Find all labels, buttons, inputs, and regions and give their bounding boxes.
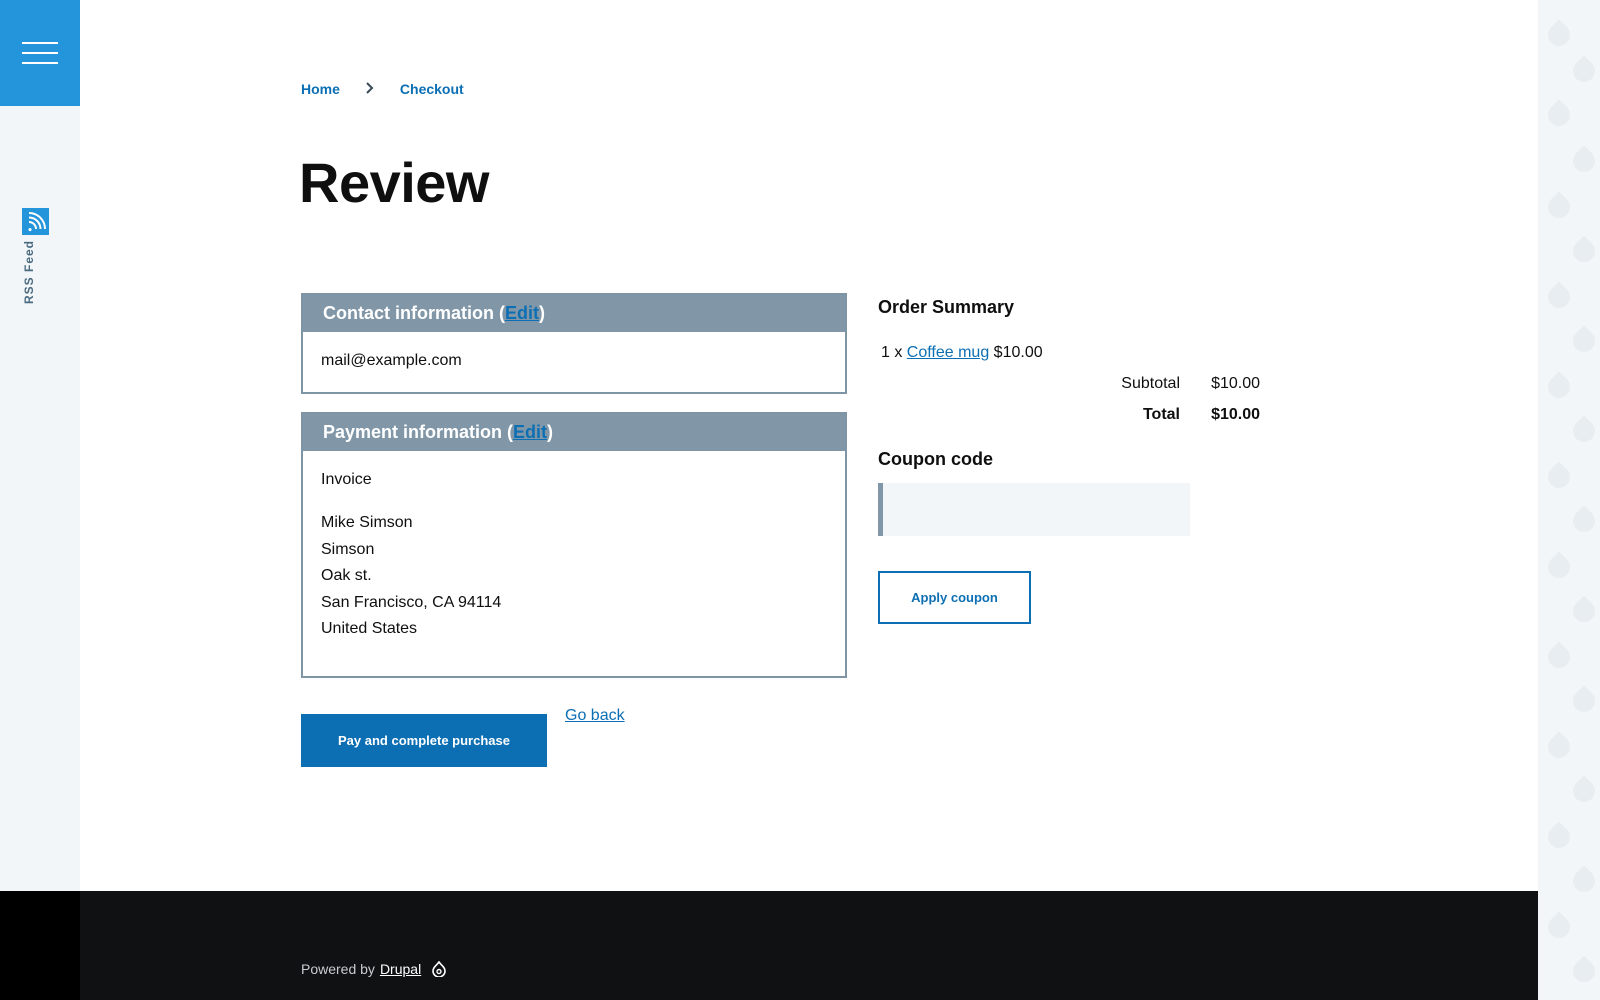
payment-edit-link[interactable]: Edit bbox=[513, 422, 547, 442]
drop-pattern-icon bbox=[1568, 685, 1600, 717]
payment-information-header: Payment information (Edit) bbox=[303, 414, 845, 451]
drop-pattern-icon bbox=[1568, 595, 1600, 627]
menu-toggle-button[interactable] bbox=[0, 0, 80, 106]
coupon-code-title: Coupon code bbox=[878, 449, 993, 469]
powered-by: Powered by Drupal bbox=[301, 960, 446, 978]
breadcrumb: Home Checkout bbox=[301, 81, 464, 97]
order-item-quantity: 1 x bbox=[881, 344, 903, 361]
order-line-item: 1 x Coffee mug $10.00 bbox=[881, 344, 1043, 362]
drop-pattern-icon bbox=[1568, 55, 1600, 87]
drop-pattern-icon bbox=[1568, 145, 1600, 177]
coupon-code-input[interactable] bbox=[878, 483, 1190, 536]
payment-information-pane: Payment information (Edit) Invoice Mike … bbox=[301, 412, 847, 678]
drop-pattern-icon bbox=[1543, 821, 1575, 853]
drop-pattern-icon bbox=[1543, 461, 1575, 493]
total-amount: $10.00 bbox=[1211, 406, 1260, 423]
breadcrumb-home-link[interactable]: Home bbox=[301, 81, 340, 97]
go-back-link[interactable]: Go back bbox=[565, 707, 625, 725]
drop-pattern-icon bbox=[1543, 191, 1575, 223]
address-name: Mike Simson bbox=[321, 514, 413, 531]
payment-method: Invoice bbox=[321, 471, 372, 488]
footer-left-block bbox=[0, 891, 80, 1000]
site-footer: Powered by Drupal bbox=[80, 891, 1538, 1000]
contact-edit-link[interactable]: Edit bbox=[505, 303, 539, 323]
drop-pattern-icon bbox=[1543, 641, 1575, 673]
drop-pattern-icon bbox=[1568, 325, 1600, 357]
drop-pattern-icon bbox=[1543, 911, 1575, 943]
decorative-drop-pattern bbox=[1538, 0, 1600, 1000]
contact-email: mail@example.com bbox=[321, 352, 462, 369]
powered-by-text: Powered by bbox=[301, 961, 375, 977]
subtotal-amount: $10.00 bbox=[1211, 375, 1260, 392]
drop-pattern-icon bbox=[1568, 865, 1600, 897]
payment-title-close: ) bbox=[547, 422, 554, 442]
subtotal-row: Subtotal $10.00 bbox=[980, 374, 1260, 405]
left-rail: RSS Feed bbox=[0, 0, 80, 891]
address-country: United States bbox=[321, 620, 418, 637]
order-item-product-link[interactable]: Coffee mug bbox=[907, 344, 989, 361]
drop-pattern-icon bbox=[1543, 99, 1575, 131]
drop-pattern-icon bbox=[1543, 731, 1575, 763]
order-summary-title: Order Summary bbox=[878, 297, 1015, 317]
drop-pattern-icon bbox=[1568, 775, 1600, 807]
subtotal-label: Subtotal bbox=[1121, 375, 1180, 392]
drop-pattern-icon bbox=[1568, 505, 1600, 537]
address-street: Oak st. bbox=[321, 567, 372, 584]
page-title: Review bbox=[299, 151, 490, 214]
main-content: Home Checkout Review Contact information… bbox=[80, 0, 1538, 891]
pay-and-complete-purchase-button[interactable]: Pay and complete purchase bbox=[301, 714, 547, 767]
contact-information-pane: Contact information (Edit) mail@example.… bbox=[301, 293, 847, 394]
order-totals: Subtotal $10.00 Total $10.00 bbox=[980, 374, 1260, 436]
apply-coupon-button[interactable]: Apply coupon bbox=[878, 571, 1031, 624]
chevron-right-icon bbox=[366, 81, 374, 97]
rss-feed-label: RSS Feed bbox=[22, 239, 36, 304]
contact-information-title: Contact information ( bbox=[323, 303, 505, 323]
drupal-drop-icon bbox=[432, 960, 446, 978]
drop-pattern-icon bbox=[1543, 371, 1575, 403]
drop-pattern-icon bbox=[1543, 551, 1575, 583]
order-item-price: $10.00 bbox=[993, 344, 1043, 361]
breadcrumb-checkout-link[interactable]: Checkout bbox=[400, 81, 464, 97]
payment-information-title: Payment information ( bbox=[323, 422, 514, 442]
rss-feed-link[interactable]: RSS Feed bbox=[22, 208, 50, 304]
contact-title-close: ) bbox=[539, 303, 545, 323]
hamburger-icon bbox=[22, 52, 58, 54]
address-city-state-zip: San Francisco, CA 94114 bbox=[321, 593, 502, 611]
hamburger-icon bbox=[22, 42, 58, 44]
total-label: Total bbox=[1142, 406, 1180, 423]
drupal-link[interactable]: Drupal bbox=[380, 961, 421, 977]
drop-pattern-icon bbox=[1568, 955, 1600, 987]
address-family-name: Simson bbox=[321, 540, 375, 558]
drop-pattern-icon bbox=[1543, 19, 1575, 51]
drop-pattern-icon bbox=[1568, 235, 1600, 267]
total-row: Total $10.00 bbox=[980, 405, 1260, 436]
drop-pattern-icon bbox=[1568, 415, 1600, 447]
hamburger-icon bbox=[22, 62, 58, 64]
drop-pattern-icon bbox=[1543, 281, 1575, 313]
contact-information-header: Contact information (Edit) bbox=[303, 295, 845, 332]
